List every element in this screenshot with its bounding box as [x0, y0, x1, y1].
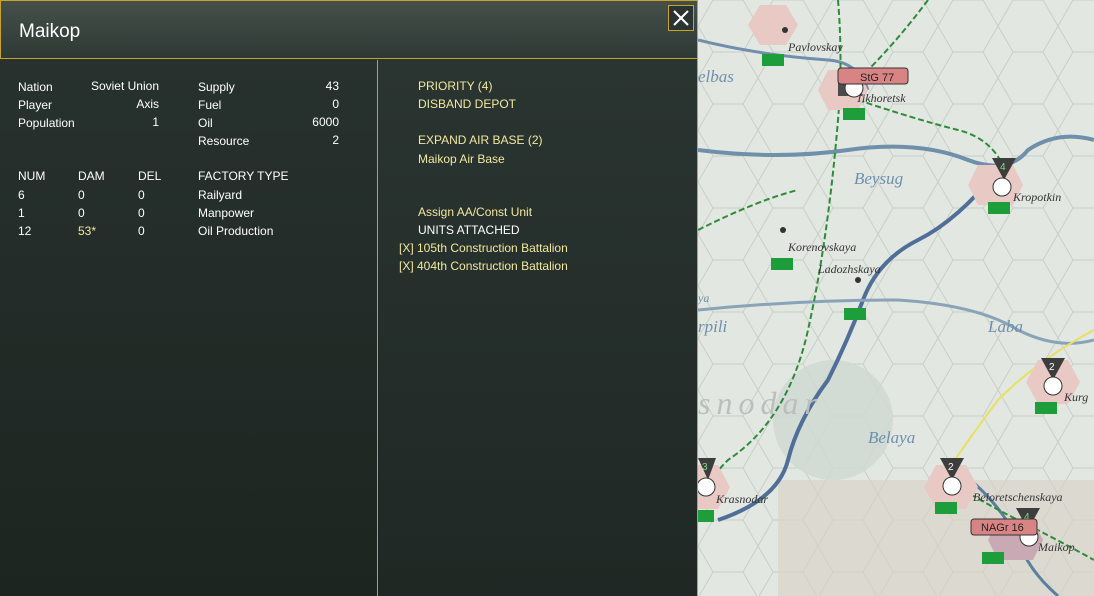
- row-1-type: Railyard: [198, 188, 243, 202]
- town-label-tikhoretsk: Tikhoretsk: [856, 91, 906, 105]
- strategic-map[interactable]: Pavlovskay Tikhoretsk Kropotkin Korenovs…: [698, 0, 1094, 596]
- city-actions-panel: PRIORITY (4) DISBAND DEPOT EXPAND AIR BA…: [379, 60, 697, 596]
- supply-label: Supply: [198, 80, 235, 94]
- player-value: Axis: [136, 97, 159, 111]
- col-header-num: NUM: [18, 169, 46, 183]
- row-3-type: Oil Production: [198, 224, 274, 238]
- town-label-maikop: Maikop: [1037, 540, 1075, 554]
- col-header-dam: DAM: [78, 169, 105, 183]
- town-dot-ladozhskaya[interactable]: [855, 277, 861, 283]
- assign-unit-button[interactable]: Assign AA/Const Unit: [418, 205, 532, 219]
- river-label-rpili: rpili: [698, 317, 728, 336]
- town-label-pavlovskaya: Pavlovskay: [787, 40, 843, 54]
- attached-unit-105th[interactable]: [X] 105th Construction Battalion: [399, 241, 568, 255]
- town-label-krasnodar: Krasnodar: [715, 492, 768, 506]
- town-label-beloretschenskaya: Beloretschenskaya: [973, 490, 1063, 504]
- unit-label-nagr16: NAGr 16: [981, 522, 1024, 534]
- river-label-elbas: elbas: [698, 67, 734, 86]
- row-3-del: 0: [138, 224, 145, 238]
- row-3-dam: 53*: [78, 224, 97, 238]
- oil-label: Oil: [198, 116, 213, 130]
- region-label-krasnodar: snodar: [698, 385, 823, 421]
- unit-label-stg77: StG 77: [860, 72, 894, 84]
- stack-count-kurg: 2: [1049, 362, 1055, 373]
- town-label-kropotkin: Kropotkin: [1012, 190, 1061, 204]
- city-name-title: Maikop: [19, 21, 81, 42]
- town-label-ladozhskaya: Ladozhskaya: [817, 262, 881, 276]
- city-info-dialog: Maikop Nation Soviet Union Player Axis P…: [0, 0, 698, 596]
- fuel-label: Fuel: [198, 98, 222, 112]
- stack-count-beloretschenskaya: 2: [948, 462, 954, 473]
- row-2-del: 0: [138, 206, 145, 220]
- row-1-del: 0: [138, 188, 145, 202]
- oil-value: 6000: [312, 115, 339, 129]
- col-header-del: DEL: [138, 169, 162, 183]
- row-3-num: 12: [18, 224, 32, 238]
- river-label-beysug: Beysug: [854, 169, 903, 188]
- population-label: Population: [18, 116, 75, 130]
- nation-label: Nation: [18, 80, 53, 94]
- map-canvas[interactable]: Pavlovskay Tikhoretsk Kropotkin Korenovs…: [698, 0, 1094, 596]
- row-1-num: 6: [18, 188, 25, 202]
- river-label-ya: ya: [698, 291, 709, 305]
- population-value: 1: [152, 115, 159, 129]
- town-dot-pavlovskaya[interactable]: [782, 27, 788, 33]
- town-label-kurg: Kurg: [1063, 390, 1088, 404]
- supply-value: 43: [325, 79, 339, 93]
- fuel-value: 0: [332, 97, 339, 111]
- row-2-dam: 0: [78, 206, 85, 220]
- disband-depot-button[interactable]: DISBAND DEPOT: [418, 97, 516, 111]
- nation-value: Soviet Union: [90, 79, 159, 93]
- town-dot-korenovskaya[interactable]: [780, 227, 786, 233]
- attached-unit-404th[interactable]: [X] 404th Construction Battalion: [399, 259, 568, 273]
- close-button[interactable]: [668, 5, 694, 31]
- resource-label: Resource: [198, 134, 250, 148]
- air-base-link[interactable]: Maikop Air Base: [418, 152, 505, 166]
- resource-value: 2: [332, 133, 339, 147]
- col-header-factory-type: FACTORY TYPE: [198, 169, 289, 183]
- player-label: Player: [18, 98, 53, 112]
- row-2-num: 1: [18, 206, 25, 220]
- row-2-type: Manpower: [198, 206, 255, 220]
- stack-count-kropotkin: 4: [1000, 162, 1006, 173]
- expand-air-base-button[interactable]: EXPAND AIR BASE (2): [418, 133, 542, 147]
- town-label-korenovskaya: Korenovskaya: [787, 240, 856, 254]
- units-attached-heading: UNITS ATTACHED: [418, 223, 520, 237]
- dialog-title-bar: Maikop: [0, 0, 698, 59]
- city-stats-panel: Nation Soviet Union Player Axis Populati…: [0, 60, 378, 596]
- priority-button[interactable]: PRIORITY (4): [418, 79, 492, 93]
- close-x-icon: [673, 10, 689, 26]
- river-label-laba: Laba: [987, 317, 1023, 336]
- stack-count-krasnodar: 3: [702, 462, 708, 473]
- row-1-dam: 0: [78, 188, 85, 202]
- river-label-belaya: Belaya: [868, 428, 915, 447]
